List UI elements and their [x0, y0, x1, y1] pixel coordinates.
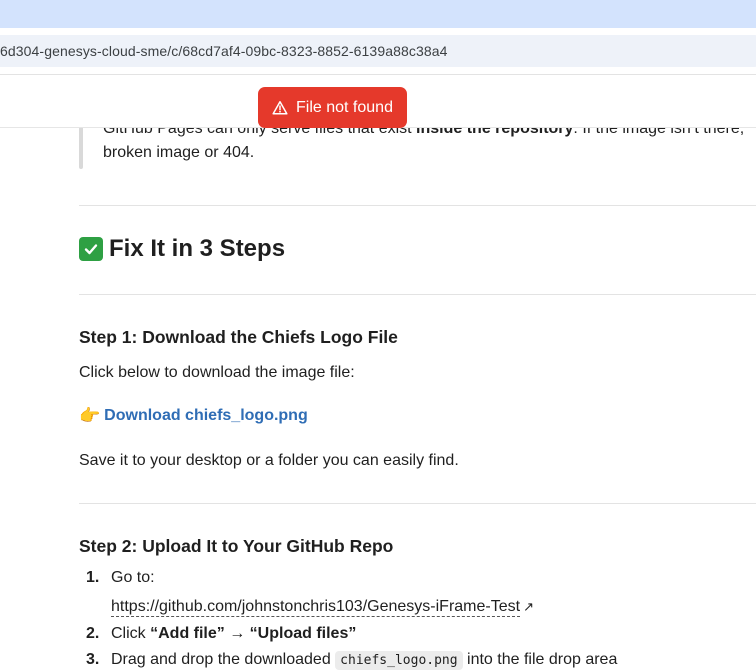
list-item: Drag and drop the downloaded chiefs_logo… — [111, 651, 618, 670]
list-item: Click “Add file” → “Upload files” — [111, 625, 357, 642]
check-mark-icon — [79, 237, 103, 261]
step1-intro: Click below to download the image file: — [79, 364, 355, 381]
step1-note: Save it to your desktop or a folder you … — [79, 452, 459, 469]
warning-triangle-icon — [272, 100, 288, 115]
list-item: Go to: — [111, 569, 155, 586]
external-link-icon: ↗ — [523, 599, 534, 614]
list-number: 3. — [86, 651, 100, 668]
step2-heading: Step 2: Upload It to Your GitHub Repo — [79, 536, 394, 556]
section-heading-fix: Fix It in 3 Steps — [79, 235, 285, 263]
list-number: 2. — [86, 625, 100, 642]
step1-heading: Step 1: Download the Chiefs Logo File — [79, 327, 398, 347]
divider — [79, 205, 756, 206]
pointing-hand-icon: 👉 — [79, 406, 101, 425]
download-link[interactable]: Download chiefs_logo.png — [104, 407, 308, 425]
download-link-row: 👉 Download chiefs_logo.png — [79, 406, 308, 426]
list-number: 1. — [86, 569, 100, 586]
divider — [79, 503, 756, 504]
toast-text: File not found — [296, 98, 393, 116]
blockquote-line-2: broken image or 404. — [103, 144, 255, 161]
error-toast: File not found — [258, 87, 407, 128]
divider — [79, 294, 756, 295]
github-repo-link[interactable]: https://github.com/johnstonchris103/Gene… — [111, 598, 534, 617]
